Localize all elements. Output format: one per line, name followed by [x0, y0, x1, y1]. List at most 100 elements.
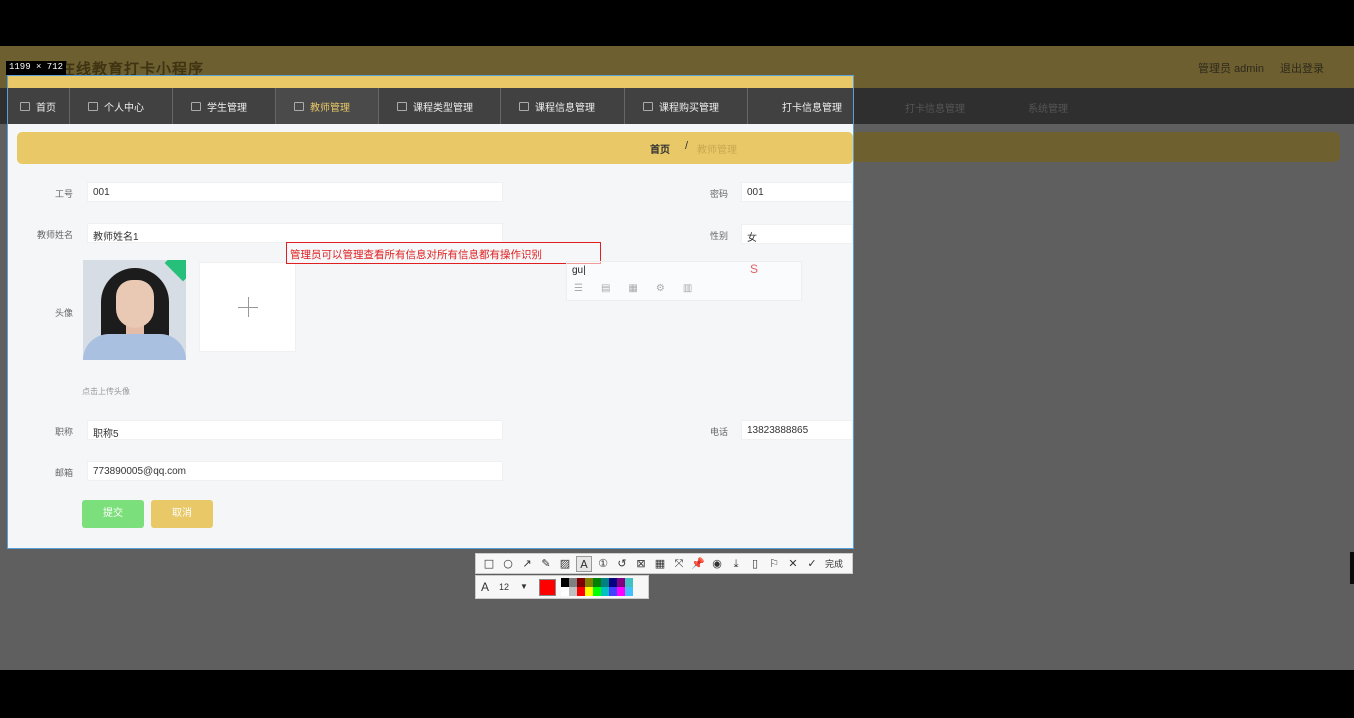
nav-label: 打卡信息管理 — [782, 102, 842, 114]
sex-label: 性别 — [709, 231, 728, 241]
color-swatch[interactable] — [617, 578, 625, 587]
color-swatch[interactable] — [593, 587, 601, 596]
copy-icon[interactable]: ▯ — [747, 556, 763, 572]
phone-label: 电话 — [709, 427, 728, 437]
avatar-label: 头像 — [54, 308, 73, 318]
color-swatch[interactable] — [601, 587, 609, 596]
fullscreen-icon[interactable]: ⤧ — [671, 556, 687, 572]
color-swatch[interactable] — [609, 578, 617, 587]
ime-input: gu| — [572, 265, 586, 276]
nav-item-teachers[interactable]: 教师管理 — [276, 88, 379, 124]
close-icon[interactable]: ✕ — [785, 556, 801, 572]
undo-icon[interactable]: ↺ — [614, 556, 630, 572]
logout-link[interactable]: 退出登录 — [1280, 60, 1324, 76]
color-swatch[interactable] — [617, 587, 625, 596]
top-letterbox — [0, 0, 1354, 46]
color-swatch[interactable] — [569, 587, 577, 596]
nav-label: 学生管理 — [207, 102, 247, 114]
pencil-icon[interactable]: ✎ — [538, 556, 554, 572]
ime-toolbar: ☰ ▤ ▦ ⚙ ▥ — [574, 283, 692, 294]
nav-label: 课程类型管理 — [413, 102, 473, 114]
breadcrumb-home[interactable]: 首页 — [650, 141, 670, 156]
color-swatch[interactable] — [585, 578, 593, 587]
ellipse-icon[interactable]: ○ — [500, 556, 516, 572]
avatar-photo[interactable] — [83, 260, 186, 360]
nav-item-dim-system[interactable]: 系统管理 — [1028, 100, 1068, 115]
nav-item-course-purchase[interactable]: 课程购买管理 — [625, 88, 748, 124]
upload-button[interactable] — [199, 262, 296, 352]
nav-item-home[interactable]: 首页 — [8, 88, 70, 124]
font-size-select[interactable]: 12 — [499, 582, 509, 592]
pin-icon[interactable]: 📌 — [690, 556, 706, 572]
ime-settings-icon[interactable]: ⚙ — [656, 283, 665, 294]
gonghao-field[interactable]: 001 — [87, 182, 503, 202]
edge-handle — [1350, 552, 1354, 584]
user-icon — [88, 101, 98, 111]
mima-field[interactable]: 001 — [741, 182, 853, 202]
color-swatch[interactable] — [561, 587, 569, 596]
color-swatch[interactable] — [577, 578, 585, 587]
color-swatch[interactable] — [561, 578, 569, 587]
arrow-icon[interactable]: ↗ — [519, 556, 535, 572]
color-swatch[interactable] — [569, 578, 577, 587]
nav-item-course-info[interactable]: 课程信息管理 — [501, 88, 625, 124]
breadcrumb: 首页 / 教师管理 — [17, 132, 853, 164]
ime-logo-icon: S — [750, 262, 759, 276]
capture-region[interactable]: 首页 个人中心 学生管理 教师管理 课程类型管理 课程信息管理 课程购买管理 打… — [7, 75, 854, 549]
number-icon[interactable]: ① — [595, 556, 611, 572]
rectangle-icon[interactable]: □ — [481, 556, 497, 572]
ime-candidate-window — [566, 261, 802, 301]
current-color-swatch[interactable] — [539, 579, 556, 596]
teacher-name-label: 教师姓名 — [36, 230, 73, 240]
font-icon: A — [481, 580, 490, 594]
nav-label: 个人中心 — [104, 102, 144, 114]
color-swatch[interactable] — [609, 587, 617, 596]
user-links: 管理员 admin 退出登录 — [1198, 60, 1324, 76]
ime-table-icon[interactable]: ▤ — [601, 283, 610, 294]
home-icon — [20, 101, 30, 111]
breadcrumb-separator: / — [685, 140, 689, 152]
grid-icon — [519, 101, 529, 111]
phone-field[interactable]: 13823888865 — [741, 420, 853, 440]
text-icon[interactable]: A — [576, 555, 592, 572]
email-field[interactable]: 773890005@qq.com — [87, 461, 503, 481]
gonghao-label: 工号 — [54, 189, 73, 199]
mosaic-icon[interactable]: ▨ — [557, 556, 573, 572]
nav-label: 首页 — [36, 102, 56, 114]
crop-icon[interactable]: ⊠ — [633, 556, 649, 572]
nav-item-course-types[interactable]: 课程类型管理 — [379, 88, 501, 124]
grid-icon — [191, 101, 201, 111]
color-swatch[interactable] — [625, 578, 633, 587]
color-swatch[interactable] — [593, 578, 601, 587]
admin-link[interactable]: 管理员 admin — [1198, 60, 1264, 76]
screenshot-toolbar: □ ○ ↗ ✎ ▨ A ① ↺ ⊠ ▦ ⤧ 📌 ◉ ⤓ ▯ ⚐ ✕ ✓ 完成 — [475, 553, 853, 574]
nav-item-profile[interactable]: 个人中心 — [70, 88, 173, 124]
cancel-button[interactable]: 取消 — [151, 500, 213, 528]
ime-panel-icon[interactable]: ▥ — [683, 283, 692, 294]
check-icon[interactable]: ✓ — [804, 556, 820, 572]
color-swatch[interactable] — [585, 587, 593, 596]
avatar-hint: 点击上传头像 — [82, 387, 130, 396]
teacher-name-field[interactable]: 教师姓名1 — [87, 223, 503, 243]
bookmark-icon[interactable]: ⚐ — [766, 556, 782, 572]
download-icon[interactable]: ⤓ — [728, 556, 744, 572]
ime-menu-icon[interactable]: ☰ — [574, 283, 583, 294]
nav-item-students[interactable]: 学生管理 — [173, 88, 276, 124]
chevron-down-icon[interactable]: ▼ — [520, 582, 528, 591]
ime-grid-icon[interactable]: ▦ — [628, 283, 637, 294]
submit-button[interactable]: 提交 — [82, 500, 144, 528]
done-button[interactable]: 完成 — [825, 557, 843, 570]
ocr-icon[interactable]: ▦ — [652, 556, 668, 572]
header-strip — [8, 76, 853, 88]
nav-label: 教师管理 — [310, 102, 350, 114]
job-title-field[interactable]: 职称5 — [87, 420, 503, 440]
color-swatch[interactable] — [601, 578, 609, 587]
nav-item-checkin[interactable]: 打卡信息管理 — [748, 88, 853, 124]
sex-field[interactable]: 女 — [741, 224, 853, 244]
nav-item-dim-checkin[interactable]: 打卡信息管理 — [905, 100, 965, 115]
color-swatch[interactable] — [625, 587, 633, 596]
record-icon[interactable]: ◉ — [709, 556, 725, 572]
annotation-text: 管理员可以管理查看所有信息对所有信息都有操作识别 — [290, 249, 542, 261]
color-swatch[interactable] — [577, 587, 585, 596]
check-icon — [164, 260, 186, 282]
